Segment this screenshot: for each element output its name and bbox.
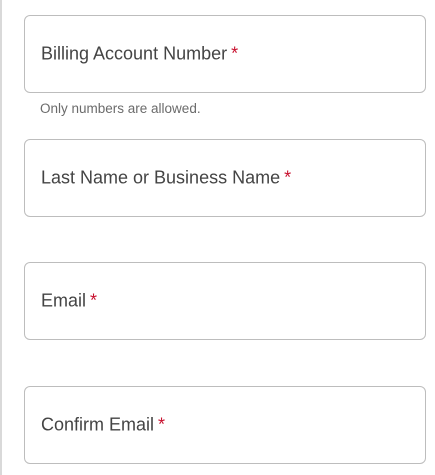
billing-account-number-field[interactable]: Billing Account Number *: [24, 15, 426, 93]
email-label: Email *: [41, 291, 97, 312]
last-name-or-business-name-label-text: Last Name or Business Name: [41, 167, 281, 188]
required-star: *: [231, 43, 239, 64]
billing-account-number-hint: Only numbers are allowed.: [40, 101, 201, 116]
confirm-email-label: Confirm Email *: [41, 415, 165, 436]
required-star: *: [284, 167, 292, 188]
email-field[interactable]: Email *: [24, 262, 426, 340]
left-divider: [0, 0, 2, 475]
last-name-or-business-name-label: Last Name or Business Name *: [41, 168, 291, 189]
last-name-or-business-name-field[interactable]: Last Name or Business Name *: [24, 139, 426, 217]
billing-account-number-label: Billing Account Number *: [41, 44, 238, 65]
required-star: *: [90, 290, 98, 311]
billing-account-number-label-text: Billing Account Number: [41, 43, 228, 64]
required-star: *: [158, 414, 166, 435]
confirm-email-label-text: Confirm Email: [41, 414, 155, 435]
email-label-text: Email: [41, 290, 87, 311]
confirm-email-field[interactable]: Confirm Email *: [24, 386, 426, 464]
